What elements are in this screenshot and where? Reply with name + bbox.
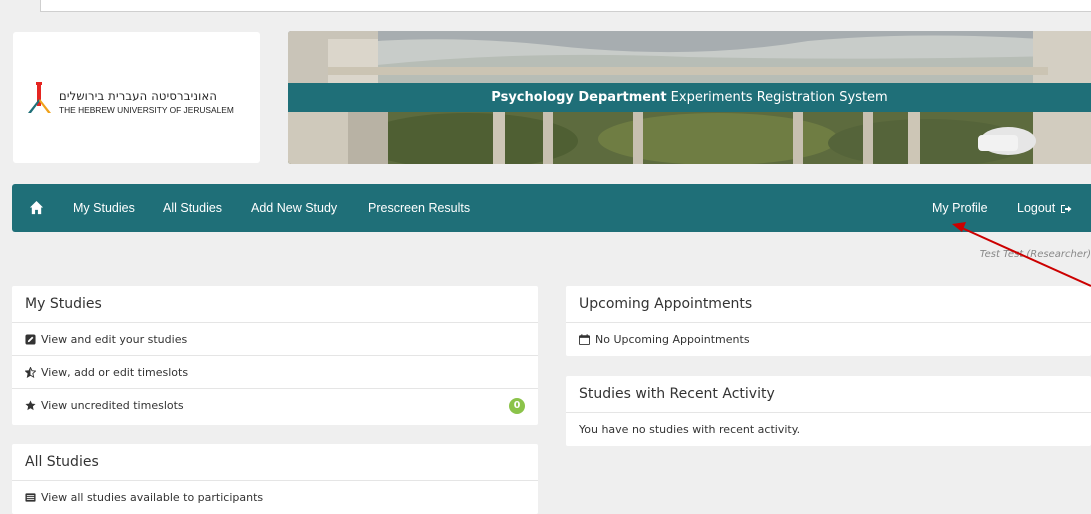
nav-logout[interactable]: Logout (1017, 184, 1072, 232)
my-studies-panel: My Studies View and edit your studies Vi… (12, 286, 538, 425)
nav-my-profile[interactable]: My Profile (932, 184, 988, 232)
row-no-upcoming: No Upcoming Appointments (566, 323, 1091, 356)
nav-prescreen-results[interactable]: Prescreen Results (368, 184, 470, 232)
all-studies-title: All Studies (12, 444, 538, 481)
home-icon[interactable] (29, 200, 44, 215)
sign-out-icon (1061, 204, 1072, 213)
nav-add-new-study[interactable]: Add New Study (251, 184, 337, 232)
main-navbar: My Studies All Studies Add New Study Pre… (12, 184, 1091, 232)
upcoming-appointments-title: Upcoming Appointments (566, 286, 1091, 323)
row-label: View uncredited timeslots (41, 399, 184, 412)
row-label: View, add or edit timeslots (41, 366, 189, 379)
row-view-all-studies[interactable]: View all studies available to participan… (12, 481, 538, 514)
browser-top-strip (40, 0, 1091, 12)
recent-activity-panel: Studies with Recent Activity You have no… (566, 376, 1091, 446)
header-banner: Psychology Department Experiments Regist… (288, 31, 1091, 164)
banner-title-bold: Psychology Department (491, 90, 667, 105)
star-icon (25, 399, 36, 410)
row-view-add-edit-timeslots[interactable]: View, add or edit timeslots (12, 356, 538, 389)
uncredited-count-badge: 0 (509, 398, 525, 414)
logo-english-name: THE HEBREW UNIVERSITY OF JERUSALEM (59, 105, 234, 115)
row-view-uncredited-timeslots[interactable]: View uncredited timeslots 0 (12, 389, 538, 422)
row-label: You have no studies with recent activity… (579, 423, 801, 436)
university-logo[interactable]: האוניברסיטה העברית בירושלים THE HEBREW U… (13, 32, 260, 163)
row-no-recent-activity: You have no studies with recent activity… (566, 413, 1091, 446)
calendar-icon (579, 333, 590, 345)
logo-hebrew-name: האוניברסיטה העברית בירושלים (59, 89, 218, 103)
star-half-icon (25, 366, 36, 378)
all-studies-panel: All Studies View all studies available t… (12, 444, 538, 514)
nav-logout-label: Logout (1017, 201, 1056, 215)
row-label: No Upcoming Appointments (595, 333, 750, 346)
edit-icon (25, 333, 36, 345)
banner-title-rest: Experiments Registration System (666, 90, 888, 105)
banner-title: Psychology Department Experiments Regist… (288, 83, 1091, 112)
row-label: View and edit your studies (41, 333, 188, 346)
current-user-label: Test Test (Researcher) (979, 249, 1091, 260)
list-icon (25, 492, 36, 502)
my-studies-title: My Studies (12, 286, 538, 323)
recent-activity-title: Studies with Recent Activity (566, 376, 1091, 413)
row-view-edit-studies[interactable]: View and edit your studies (12, 323, 538, 356)
row-label: View all studies available to participan… (41, 491, 264, 504)
university-emblem-icon (28, 82, 51, 113)
nav-my-studies[interactable]: My Studies (73, 184, 135, 232)
nav-all-studies[interactable]: All Studies (163, 184, 222, 232)
upcoming-appointments-panel: Upcoming Appointments No Upcoming Appoin… (566, 286, 1091, 356)
